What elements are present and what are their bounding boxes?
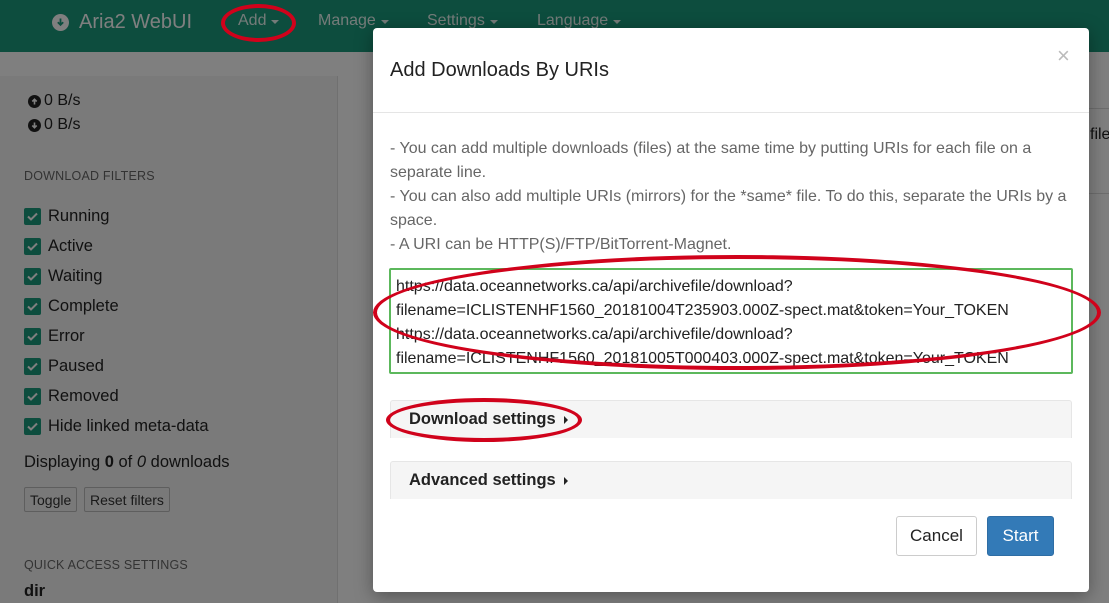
close-icon[interactable]: × [1057, 45, 1070, 67]
modal-title: Add Downloads By URIs [390, 59, 609, 81]
caret-right-icon [563, 415, 568, 424]
uri-textarea[interactable]: https://data.oceannetworks.ca/api/archiv… [389, 268, 1073, 374]
caret-right-icon [563, 476, 568, 485]
help-text-line: - You can also add multiple URIs (mirror… [390, 188, 1067, 205]
modal-header-divider [373, 112, 1089, 113]
help-text-line: - You can add multiple downloads (files)… [390, 140, 1032, 157]
add-uris-modal: Add Downloads By URIs × - You can add mu… [373, 28, 1089, 592]
start-button[interactable]: Start [987, 516, 1054, 556]
advanced-settings-toggle[interactable]: Advanced settings [390, 461, 1072, 499]
download-settings-label: Download settings [409, 410, 556, 428]
help-text-line: - A URI can be HTTP(S)/FTP/BitTorrent-Ma… [390, 236, 732, 253]
help-text-line: separate line. [390, 164, 487, 181]
advanced-settings-label: Advanced settings [409, 471, 556, 489]
help-text-line: space. [390, 212, 438, 229]
download-settings-toggle[interactable]: Download settings [390, 400, 1072, 438]
cancel-button[interactable]: Cancel [896, 516, 977, 556]
